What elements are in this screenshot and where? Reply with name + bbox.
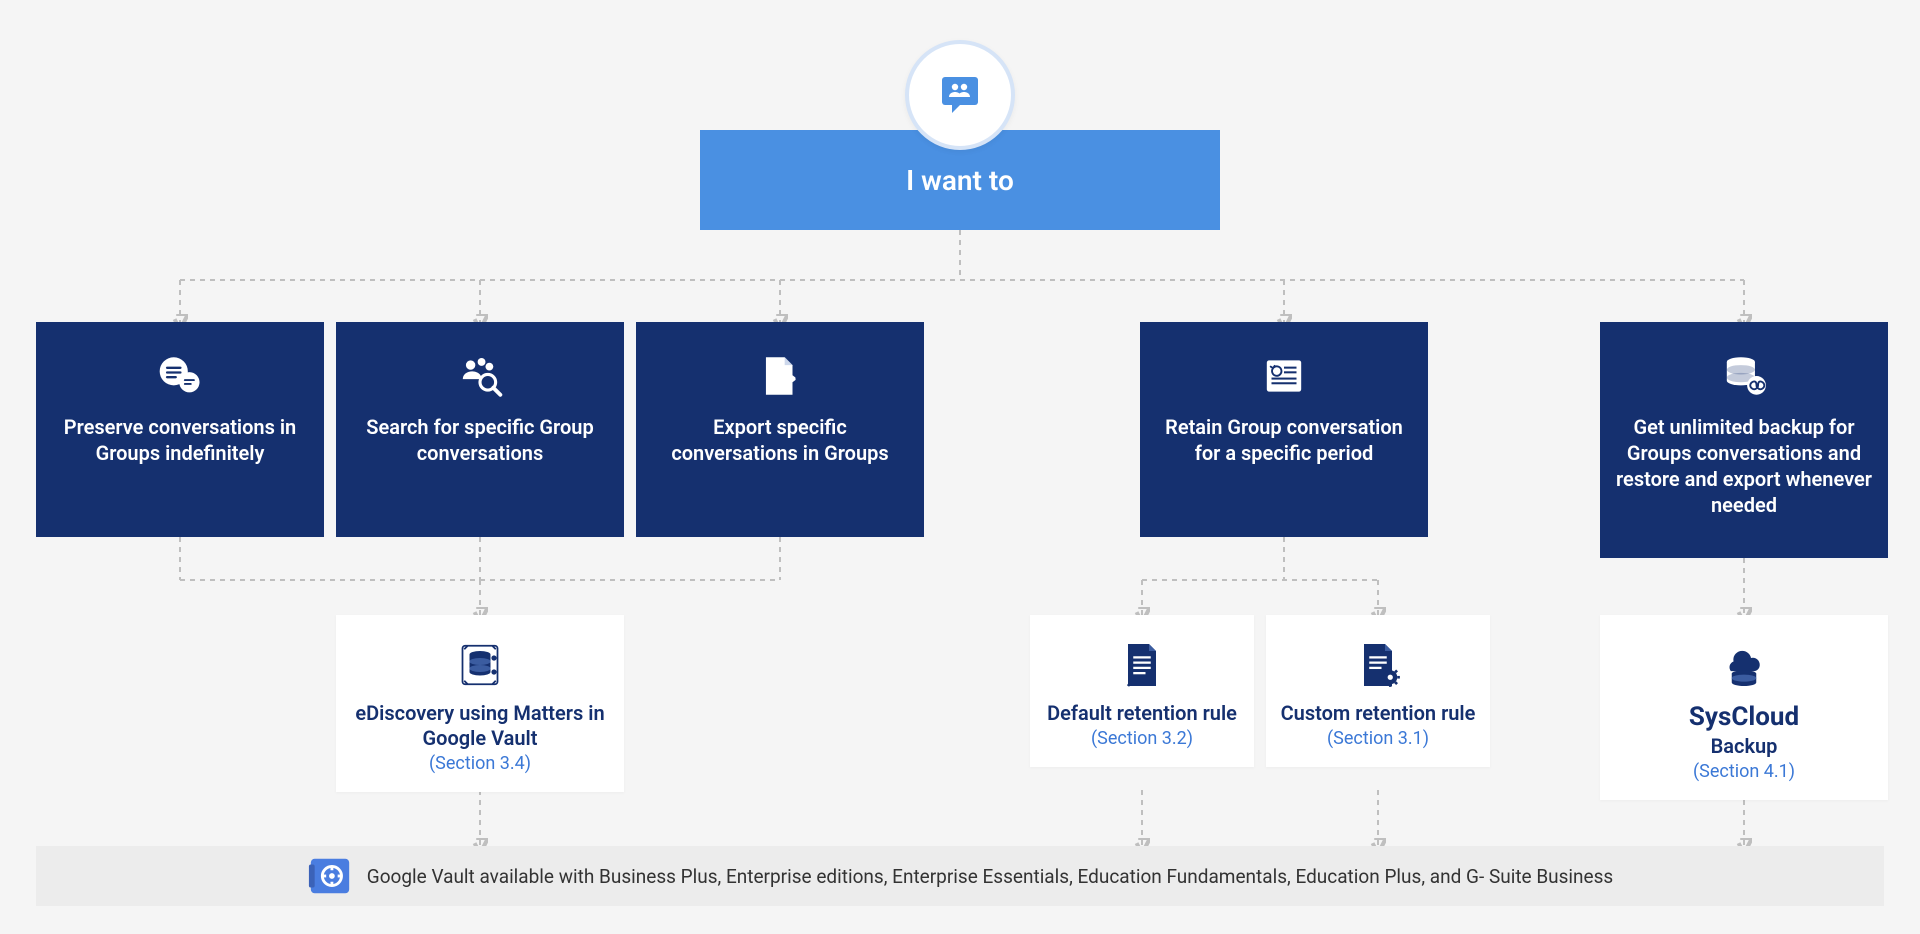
footer-band: Google Vault available with Business Plu…: [36, 846, 1884, 906]
footer-text: Google Vault available with Business Plu…: [367, 865, 1614, 888]
result-ediscovery: eDiscovery using Matters in Google Vault…: [336, 615, 624, 792]
result-section-link[interactable]: (Section 3.2): [1044, 728, 1240, 749]
matters-db-icon: [350, 637, 610, 693]
option-label: Get unlimited backup for Groups conversa…: [1614, 414, 1874, 518]
doc-rule-icon: [1044, 637, 1240, 693]
option-label: Preserve conversations in Groups indefin…: [50, 414, 310, 466]
file-export-icon: [755, 348, 805, 404]
option-label: Export specific conversations in Groups: [650, 414, 910, 466]
result-title-bold: SysCloud: [1689, 702, 1799, 732]
retention-window-icon: [1259, 348, 1309, 404]
result-title: Default retention rule: [1044, 701, 1240, 726]
root-title: I want to: [906, 164, 1014, 197]
syscloud-backup-icon: [1614, 637, 1874, 693]
root-circle-icon: [905, 40, 1015, 150]
people-search-icon: [455, 348, 505, 404]
option-search: Search for specific Group conversations: [336, 322, 624, 537]
option-export: Export specific conversations in Groups: [636, 322, 924, 537]
option-label: Retain Group conversation for a specific…: [1154, 414, 1414, 466]
option-preserve: Preserve conversations in Groups indefin…: [36, 322, 324, 537]
option-retain: Retain Group conversation for a specific…: [1140, 322, 1428, 537]
option-backup: Get unlimited backup for Groups conversa…: [1600, 322, 1888, 558]
option-label: Search for specific Group conversations: [350, 414, 610, 466]
diagram-canvas: I want to Preserve conversations in Grou…: [0, 0, 1920, 934]
vault-icon: [307, 853, 353, 899]
result-custom-retention: Custom retention rule (Section 3.1): [1266, 615, 1490, 767]
result-default-retention: Default retention rule (Section 3.2): [1030, 615, 1254, 767]
result-title-sub: Backup: [1711, 734, 1778, 758]
doc-rule-gear-icon: [1280, 637, 1476, 693]
groups-chat-icon: [936, 69, 984, 121]
result-section-link[interactable]: (Section 3.4): [350, 753, 610, 774]
result-section-link[interactable]: (Section 4.1): [1614, 761, 1874, 782]
result-title: SysCloud Backup: [1614, 701, 1874, 759]
chat-bubbles-icon: [155, 348, 205, 404]
result-syscloud: SysCloud Backup (Section 4.1): [1600, 615, 1888, 800]
result-section-link[interactable]: (Section 3.1): [1280, 728, 1476, 749]
result-title: Custom retention rule: [1280, 701, 1476, 726]
database-infinity-icon: [1719, 348, 1769, 404]
result-title: eDiscovery using Matters in Google Vault: [350, 701, 610, 751]
